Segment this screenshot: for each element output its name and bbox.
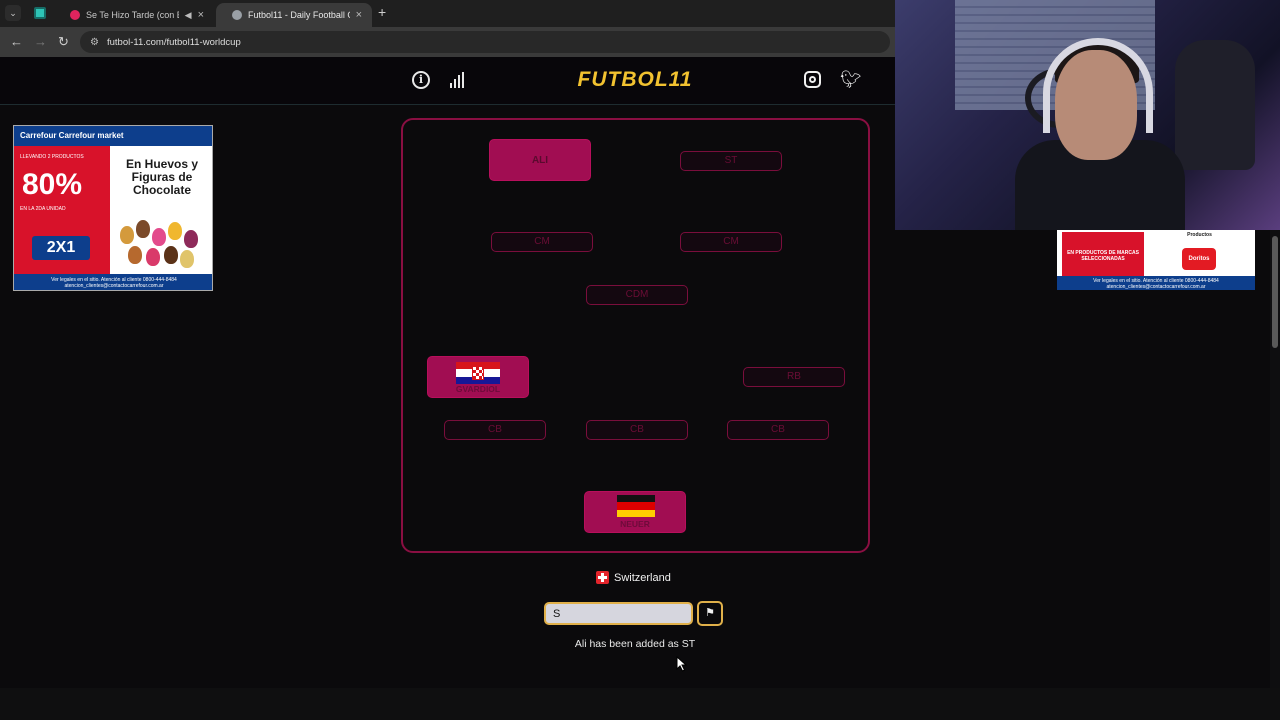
germany-flag-icon: [617, 495, 655, 517]
tab-title: Se Te Hizo Tarde (con Ele A: [86, 10, 179, 20]
doritos-logo: Doritos: [1182, 248, 1216, 270]
slot-cb-right[interactable]: CB: [727, 420, 829, 440]
ad-footer: Ver legales en el sitio. Atención al cli…: [14, 274, 212, 290]
ad-header: Carrefour Carrefour market: [14, 126, 212, 146]
new-tab-icon[interactable]: +: [378, 4, 386, 20]
country-hint: Switzerland: [596, 571, 671, 584]
ad-2x1: 2X1: [32, 236, 90, 260]
player-name: NEUER: [620, 519, 650, 529]
globe-icon: [232, 10, 242, 20]
tab-search-icon[interactable]: ⌄: [5, 5, 21, 21]
site-header: i FUTBOL11 🐦︎: [0, 57, 895, 105]
slot-cm-right[interactable]: CM: [680, 232, 782, 252]
slot-st-right[interactable]: ST: [680, 151, 782, 171]
instagram-icon[interactable]: [804, 71, 821, 88]
slot-gk-filled[interactable]: NEUER: [584, 491, 686, 533]
tab-favicon-icon: [70, 10, 80, 20]
tab-title: Futbol11 - Daily Football Games: [248, 10, 350, 20]
ad-percent: 80%: [22, 168, 83, 201]
ad-footer: Ver legales en el sitio. Atención al cli…: [1057, 276, 1255, 290]
site-info-icon[interactable]: ⚙: [90, 37, 99, 48]
slot-cb-center[interactable]: CB: [586, 420, 688, 440]
webcam-overlay: [895, 0, 1280, 230]
slot-rb[interactable]: RB: [743, 367, 845, 387]
url-field[interactable]: ⚙ futbol-11.com/futbol11-worldcup: [80, 31, 890, 53]
scrollbar[interactable]: [1270, 230, 1280, 690]
ad-headline: En Huevos y Figuras de Chocolate: [125, 157, 199, 197]
forward-icon[interactable]: →: [34, 34, 47, 49]
player-guess-input[interactable]: [544, 602, 693, 625]
reload-icon[interactable]: ↻: [58, 34, 69, 50]
tab-futbol11[interactable]: Futbol11 - Daily Football Games ×: [216, 3, 372, 27]
switzerland-flag-icon: [596, 571, 609, 584]
tab-music[interactable]: Se Te Hizo Tarde (con Ele A ◀ ×: [54, 3, 214, 27]
chocolate-eggs-image: [118, 218, 206, 270]
scrollbar-thumb[interactable]: [1272, 236, 1278, 348]
ad-banner-right[interactable]: EN PRODUCTOS DE MARCAS SELECCIONADAS Pro…: [1057, 230, 1255, 290]
site-logo[interactable]: FUTBOL11: [560, 68, 710, 92]
slot-cb-left[interactable]: CB: [444, 420, 546, 440]
ad-promo: LLEVANDO 2 PRODUCTOS: [20, 154, 84, 160]
ad-banner-left[interactable]: Carrefour Carrefour market LLEVANDO 2 PR…: [13, 125, 213, 291]
stats-icon[interactable]: [450, 72, 466, 88]
ad-red-text: EN PRODUCTOS DE MARCAS SELECCIONADAS: [1062, 232, 1144, 276]
browser-tab-strip: ⌄ Se Te Hizo Tarde (con Ele A ◀ × Futbol…: [0, 0, 895, 27]
player-name: GVARDIOL: [455, 384, 501, 394]
pinned-tab[interactable]: [34, 7, 46, 19]
status-message: Ali has been added as ST: [574, 638, 696, 650]
pitch: ALI ST CM CM CDM GVARDIOL RB CB CB CB NE…: [401, 118, 870, 553]
flag-icon[interactable]: ⚑: [697, 601, 723, 626]
bottom-bar: [0, 688, 1280, 720]
slot-cdm[interactable]: CDM: [586, 285, 688, 305]
close-tab-icon[interactable]: ×: [198, 9, 204, 21]
country-name: Switzerland: [614, 571, 671, 584]
twitter-icon[interactable]: 🐦︎: [840, 70, 862, 90]
slot-cm-left[interactable]: CM: [491, 232, 593, 252]
close-tab-icon[interactable]: ×: [356, 9, 362, 21]
ad-label: Productos: [1187, 232, 1212, 238]
url-text: futbol-11.com/futbol11-worldcup: [106, 36, 241, 48]
back-icon[interactable]: ←: [10, 34, 23, 49]
info-icon[interactable]: i: [412, 71, 430, 89]
slot-lb-filled[interactable]: GVARDIOL: [427, 356, 529, 398]
address-bar: ← → ↻ ⚙ futbol-11.com/futbol11-worldcup: [0, 27, 895, 57]
slot-st-left[interactable]: ALI: [489, 139, 591, 181]
croatia-flag-icon: [456, 362, 500, 384]
ad-promo2: EN LA 2DA UNIDAD: [20, 206, 66, 212]
speaker-icon[interactable]: ◀: [185, 10, 192, 21]
